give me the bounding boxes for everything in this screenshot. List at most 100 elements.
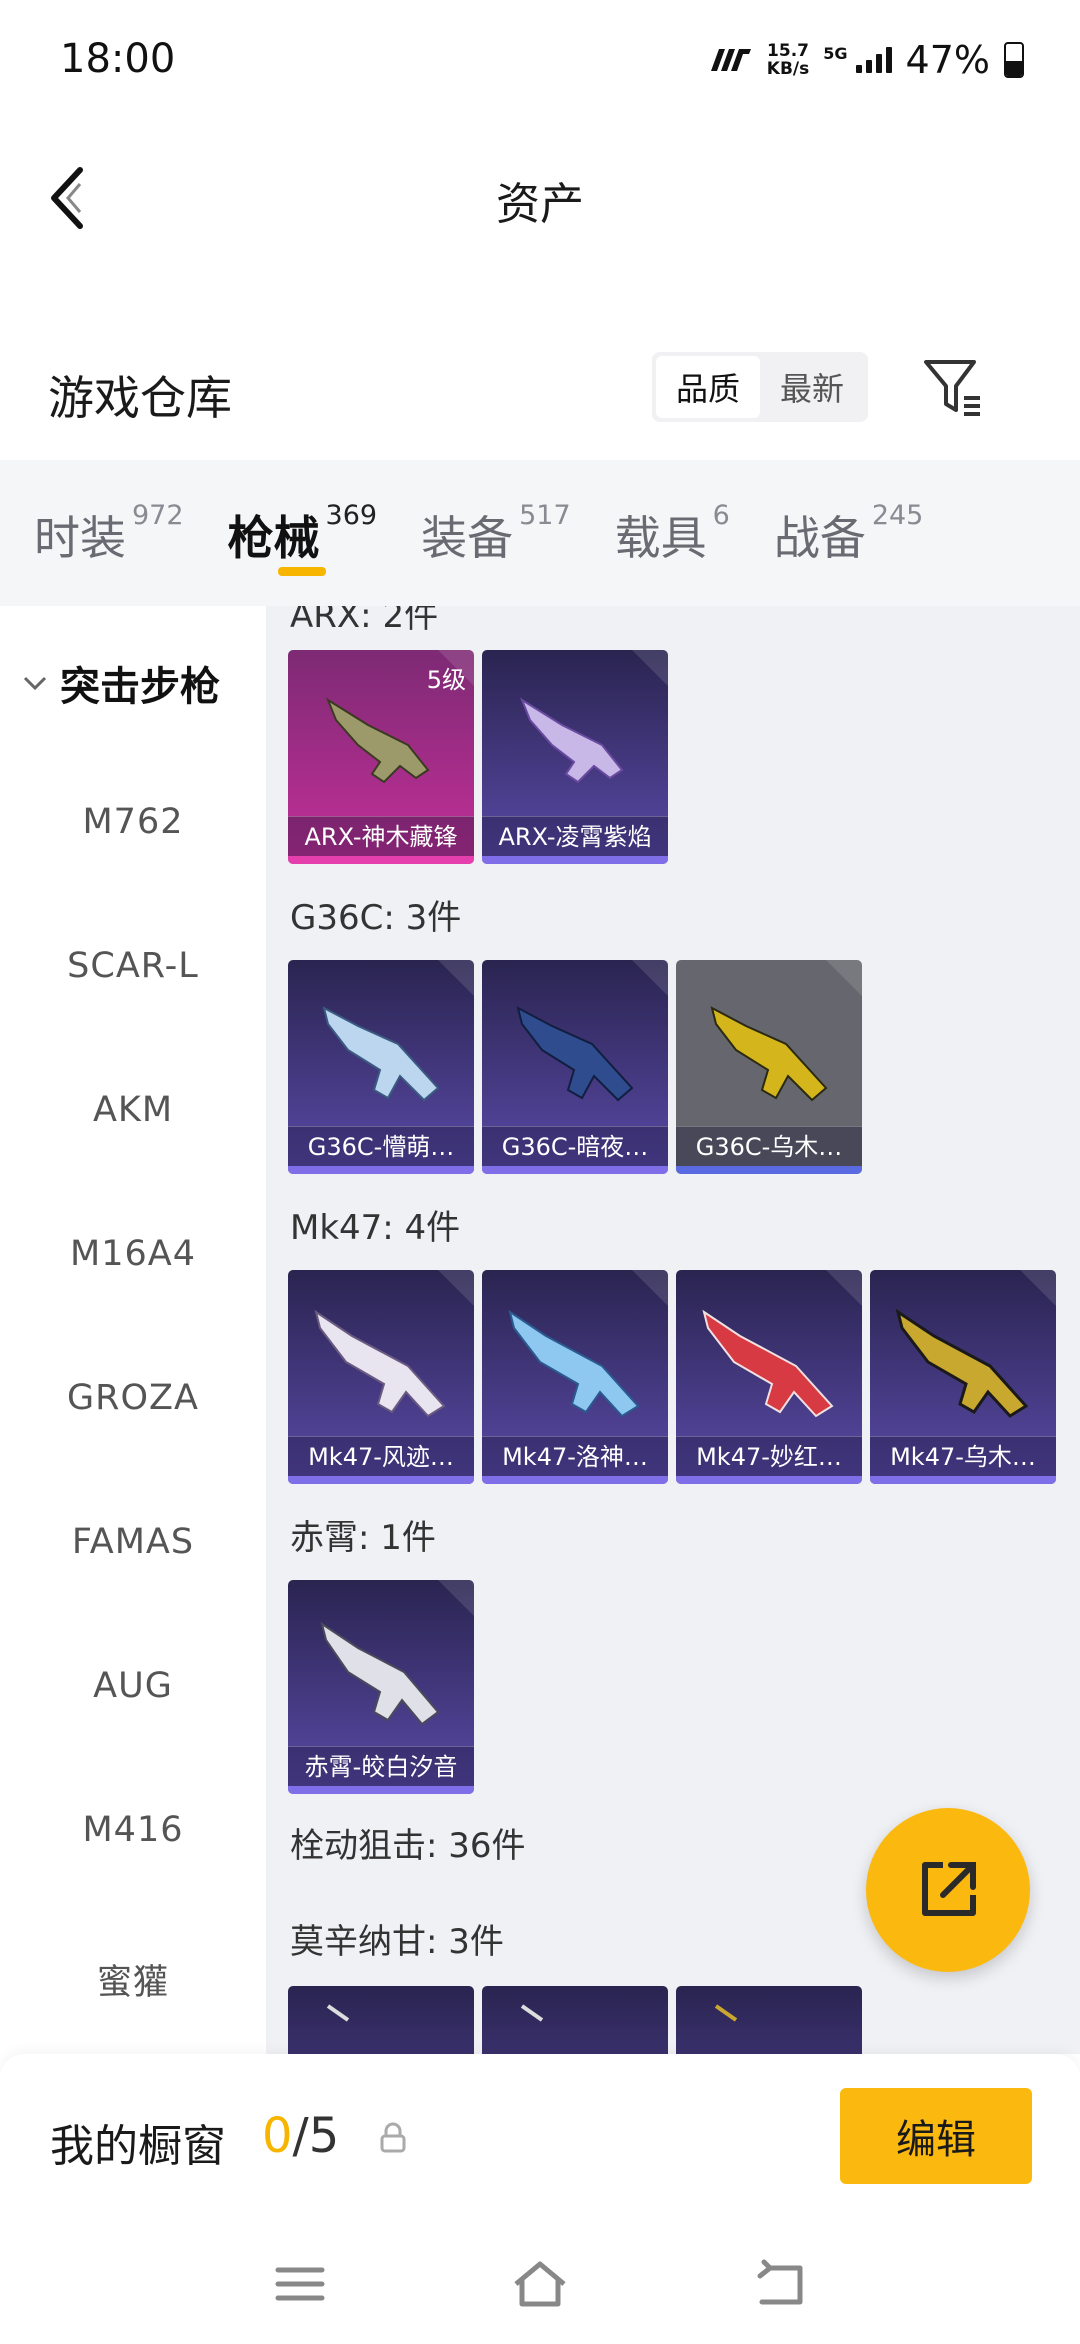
signal-icon	[855, 47, 892, 73]
skin-card[interactable]	[482, 1986, 668, 2054]
skin-name: Mk47-妙红…	[676, 1436, 862, 1476]
tab-label: 载具	[614, 511, 707, 565]
sort-toggle: 品质 最新	[652, 352, 868, 422]
skin-card[interactable]	[676, 1986, 862, 2054]
sidebar-item-aug[interactable]: AUG	[0, 1666, 266, 1706]
skin-name: G36C-乌木…	[676, 1126, 862, 1166]
group-title-chixiao: 赤霄: 1件	[290, 1518, 436, 1558]
menu-icon[interactable]	[270, 2258, 330, 2310]
rarity-stripe	[288, 1166, 474, 1174]
back-icon[interactable]	[750, 2258, 810, 2310]
tab-count: 369	[325, 500, 378, 531]
top-nav: 资产	[0, 122, 1080, 272]
sidebar-group-assault-rifle[interactable]: 突击步枪	[22, 654, 220, 712]
rarity-stripe	[288, 1476, 474, 1484]
group-title-mosin: 莫辛纳甘: 3件	[290, 1922, 504, 1962]
sidebar-item-honey-badger[interactable]: 蜜獾	[0, 1954, 266, 2005]
category-tabs: 时装 972 枪械 369 装备 517 载具 6 战备 245	[0, 460, 1080, 606]
status-bar: 18:00 15.7 KB/s 5G 47%	[0, 0, 1080, 122]
tab-label: 枪械	[227, 511, 320, 565]
system-nav-bar	[0, 2214, 1080, 2344]
group-title-g36c: G36C: 3件	[290, 898, 462, 938]
skin-name: Mk47-乌木…	[870, 1436, 1056, 1476]
skin-card[interactable]: 赤霄-皎白汐音	[288, 1580, 474, 1794]
rarity-stripe	[676, 1476, 862, 1484]
rifle-skin-image	[288, 1986, 474, 2054]
status-time: 18:00	[60, 36, 176, 82]
tab-label: 装备	[421, 511, 514, 565]
tab-count: 972	[132, 500, 184, 531]
tab-label: 战备	[773, 511, 866, 565]
page-title: 资产	[496, 179, 584, 230]
showcase-count-current: 0	[262, 2108, 293, 2164]
sidebar-item-groza[interactable]: GROZA	[0, 1378, 266, 1418]
tab-supplies[interactable]: 战备 245	[740, 460, 934, 606]
tab-label: 时装	[34, 511, 126, 565]
tab-firearms[interactable]: 枪械 369	[194, 460, 388, 606]
sidebar-item-m762[interactable]: M762	[0, 802, 266, 842]
tab-count: 245	[871, 500, 924, 531]
rarity-stripe	[288, 856, 474, 864]
showcase-title: 我的橱窗	[50, 2121, 226, 2172]
weapon-sidebar: 突击步枪 M762 SCAR-L AKM M16A4 GROZA FAMAS A…	[0, 606, 266, 2054]
skin-card[interactable]: Mk47-乌木…	[870, 1270, 1056, 1484]
rarity-stripe	[870, 1476, 1056, 1484]
skin-name: 赤霄-皎白汐音	[288, 1746, 474, 1786]
tab-count: 6	[712, 500, 730, 531]
skin-card[interactable]: G36C-懵萌…	[288, 960, 474, 1174]
lock-icon	[380, 2122, 406, 2153]
skin-card[interactable]: Mk47-洛神…	[482, 1270, 668, 1484]
filter-icon[interactable]	[920, 354, 986, 420]
skin-card[interactable]: Mk47-风迹…	[288, 1270, 474, 1484]
tab-underline	[277, 567, 326, 576]
chevron-down-icon	[23, 676, 47, 691]
share-icon	[922, 1862, 976, 1916]
sidebar-group-label: 突击步枪	[60, 664, 220, 710]
rarity-stripe	[482, 1166, 668, 1174]
rarity-stripe	[482, 1476, 668, 1484]
skin-card[interactable]	[288, 1986, 474, 2054]
sidebar-item-famas[interactable]: FAMAS	[0, 1522, 266, 1562]
skin-name: G36C-懵萌…	[288, 1126, 474, 1166]
rarity-stripe	[482, 856, 668, 864]
rifle-skin-image	[676, 1986, 862, 2054]
group-title-arx: ARX: 2件	[290, 606, 439, 636]
showcase-bar: 我的橱窗 0/5 编辑	[0, 2054, 1080, 2214]
skin-name: Mk47-风迹…	[288, 1436, 474, 1476]
sort-newest-button[interactable]: 最新	[760, 356, 864, 418]
skin-name: ARX-凌霄紫焰	[482, 816, 668, 856]
battery-percent: 47%	[905, 38, 990, 82]
skin-name: G36C-暗夜…	[482, 1126, 668, 1166]
edit-button[interactable]: 编辑	[840, 2088, 1032, 2184]
status-icons: 15.7 KB/s 5G 47%	[707, 38, 1024, 82]
tab-equipment[interactable]: 装备 517	[387, 460, 581, 606]
rarity-stripe	[676, 1166, 862, 1174]
skin-card[interactable]: G36C-暗夜…	[482, 960, 668, 1174]
sidebar-item-m16a4[interactable]: M16A4	[0, 1234, 266, 1274]
speed-logo-icon	[710, 49, 751, 71]
tab-fashion[interactable]: 时装 972	[0, 460, 194, 606]
rarity-stripe	[288, 1786, 474, 1794]
net-speed-value: 15.7	[767, 41, 809, 61]
warehouse-title: 游戏仓库	[48, 371, 232, 425]
tab-vehicles[interactable]: 载具 6	[581, 460, 740, 606]
group-title-bolt-action: 栓动狙击: 36件	[290, 1826, 526, 1866]
skin-card[interactable]: 5级 ARX-神木藏锋	[288, 650, 474, 864]
network-type: 5G	[823, 43, 848, 63]
skin-card[interactable]: Mk47-妙红…	[676, 1270, 862, 1484]
skin-card[interactable]: G36C-乌木…	[676, 960, 862, 1174]
skin-card[interactable]: ARX-凌霄紫焰	[482, 650, 668, 864]
share-button[interactable]	[866, 1808, 1030, 1972]
sort-quality-button[interactable]: 品质	[656, 356, 760, 418]
sidebar-item-akm[interactable]: AKM	[0, 1090, 266, 1130]
level-badge: 5级	[426, 666, 466, 694]
showcase-count-total: /5	[292, 2108, 340, 2164]
sidebar-item-scar-l[interactable]: SCAR-L	[0, 946, 266, 986]
net-speed: 15.7 KB/s	[767, 42, 809, 78]
showcase-count: 0/5	[262, 2108, 339, 2164]
skin-name: ARX-神木藏锋	[288, 816, 474, 856]
warehouse-header: 游戏仓库 品质 最新	[0, 340, 1080, 460]
group-title-mk47: Mk47: 4件	[290, 1208, 461, 1248]
home-icon[interactable]	[510, 2258, 570, 2310]
sidebar-item-m416[interactable]: M416	[0, 1810, 266, 1850]
